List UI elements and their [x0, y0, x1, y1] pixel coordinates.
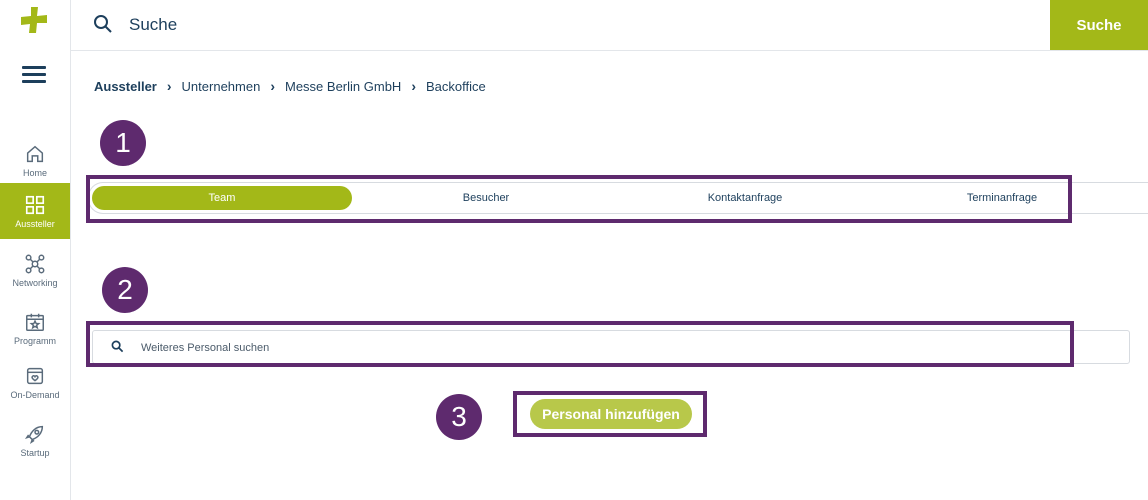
search-button[interactable]: Suche	[1050, 0, 1148, 50]
chevron-right-icon: ›	[411, 78, 416, 94]
grid-icon	[25, 195, 45, 214]
sidebar-item-home[interactable]: Home	[0, 132, 70, 188]
sidebar: Home Aussteller Networking Programm On-D…	[0, 0, 71, 500]
global-search-input[interactable]	[127, 12, 831, 38]
top-search-bar: Suche	[71, 0, 1148, 51]
chevron-right-icon: ›	[166, 78, 172, 94]
breadcrumb-unternehmen[interactable]: Unternehmen	[182, 79, 261, 94]
video-box-icon	[26, 367, 44, 384]
highlight-box-search	[86, 321, 1074, 367]
network-icon	[25, 254, 45, 273]
sidebar-item-label: Home	[22, 167, 47, 178]
sidebar-item-label: Aussteller	[15, 218, 55, 229]
rocket-icon	[24, 425, 44, 444]
sidebar-item-networking[interactable]: Networking	[0, 242, 70, 298]
step-marker-1: 1	[100, 120, 146, 166]
sidebar-item-label: Startup	[20, 447, 50, 458]
breadcrumb-company[interactable]: Messe Berlin GmbH	[285, 79, 401, 94]
sidebar-item-programm[interactable]: Programm	[0, 300, 70, 356]
search-icon	[94, 15, 112, 33]
highlight-box-tabs	[86, 175, 1072, 223]
sidebar-item-aussteller[interactable]: Aussteller	[0, 183, 70, 239]
step-marker-3: 3	[436, 394, 482, 440]
step-marker-2: 2	[102, 267, 148, 313]
highlight-box-add-button	[513, 391, 707, 437]
breadcrumb-aussteller[interactable]: Aussteller	[94, 79, 157, 94]
chevron-right-icon: ›	[270, 78, 275, 94]
hamburger-menu-icon[interactable]	[22, 66, 46, 84]
calendar-star-icon	[26, 313, 44, 331]
breadcrumb-backoffice[interactable]: Backoffice	[426, 79, 486, 94]
home-icon	[26, 145, 44, 162]
sidebar-item-label: On-Demand	[10, 389, 60, 400]
sidebar-item-label: Programm	[13, 335, 56, 346]
breadcrumb: Aussteller › Unternehmen › Messe Berlin …	[94, 78, 486, 94]
logo-plus-icon[interactable]	[20, 6, 48, 34]
sidebar-item-label: Networking	[12, 277, 58, 288]
sidebar-item-startup[interactable]: Startup	[0, 412, 70, 468]
sidebar-item-on-demand[interactable]: On-Demand	[0, 354, 70, 410]
